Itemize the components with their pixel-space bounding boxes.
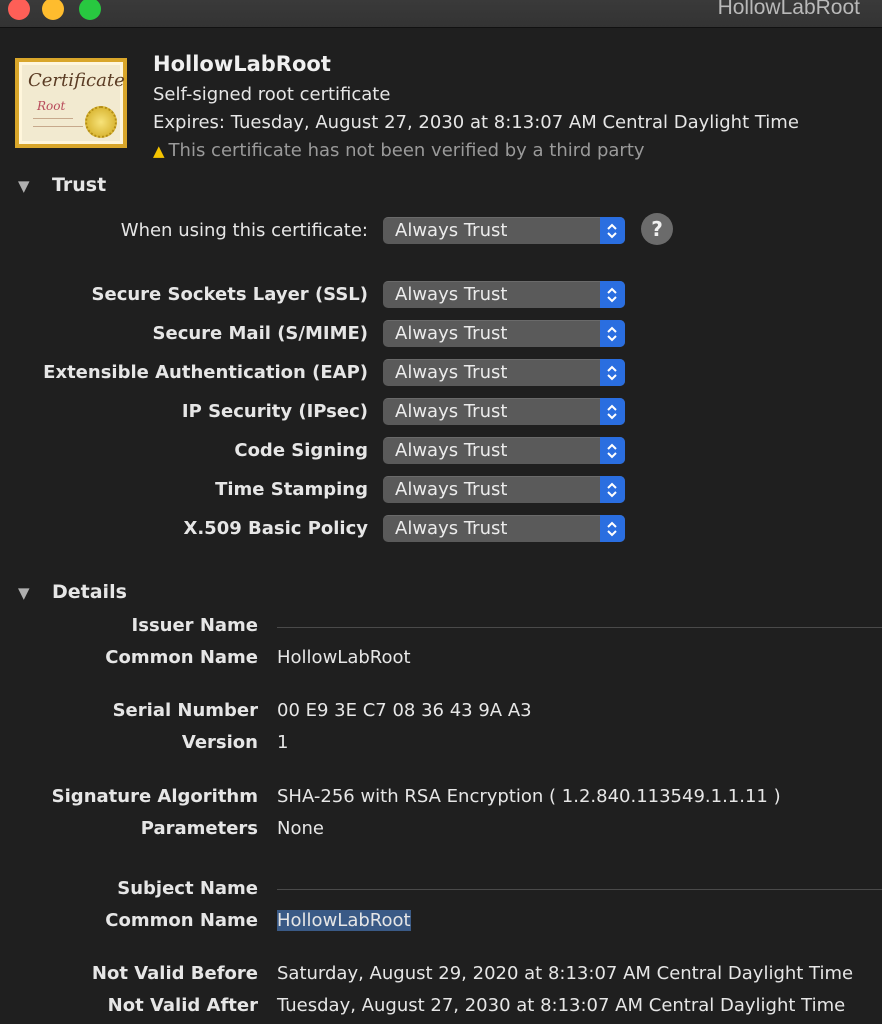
serial-number-label: Serial Number bbox=[112, 700, 258, 721]
close-window-button[interactable] bbox=[8, 0, 30, 20]
select-arrows-icon bbox=[600, 515, 625, 542]
select-value: Always Trust bbox=[395, 479, 508, 500]
version-label: Version bbox=[181, 732, 258, 753]
certificate-kind: Self-signed root certificate bbox=[153, 84, 391, 105]
subject-common-name-value[interactable]: HollowLabRoot bbox=[277, 910, 411, 931]
policy-select-time-stamping[interactable]: Always Trust bbox=[383, 476, 625, 503]
help-button[interactable]: ? bbox=[641, 213, 673, 245]
zoom-window-button[interactable] bbox=[79, 0, 101, 20]
details-heading: Details bbox=[52, 581, 127, 603]
not-valid-after-label: Not Valid After bbox=[107, 995, 258, 1016]
selected-text[interactable]: HollowLabRoot bbox=[277, 910, 411, 931]
not-valid-after-value: Tuesday, August 27, 2030 at 8:13:07 AM C… bbox=[277, 995, 846, 1016]
certificate-icon-line bbox=[33, 126, 83, 127]
policy-label-ssl: Secure Sockets Layer (SSL) bbox=[91, 284, 368, 305]
policy-label-code-signing: Code Signing bbox=[234, 440, 368, 461]
policy-label-time-stamping: Time Stamping bbox=[215, 479, 368, 500]
issuer-common-name-value: HollowLabRoot bbox=[277, 647, 411, 668]
certificate-icon-subtext: Root bbox=[37, 99, 66, 113]
select-value: Always Trust bbox=[395, 401, 508, 422]
policy-select-code-signing[interactable]: Always Trust bbox=[383, 437, 625, 464]
policy-select-ipsec[interactable]: Always Trust bbox=[383, 398, 625, 425]
divider bbox=[277, 627, 882, 628]
warning-icon: ▲ bbox=[153, 142, 165, 160]
policy-label-smime: Secure Mail (S/MIME) bbox=[152, 323, 368, 344]
select-arrows-icon bbox=[600, 398, 625, 425]
signature-algorithm-label: Signature Algorithm bbox=[51, 786, 258, 807]
policy-select-eap[interactable]: Always Trust bbox=[383, 359, 625, 386]
disclosure-triangle-icon[interactable]: ▼ bbox=[18, 177, 52, 195]
select-arrows-icon bbox=[600, 359, 625, 386]
serial-number-value: 00 E9 3E C7 08 36 43 9A A3 bbox=[277, 700, 532, 721]
title-bar: HollowLabRoot bbox=[0, 0, 882, 28]
select-value: Always Trust bbox=[395, 362, 508, 383]
subject-name-heading: Subject Name bbox=[117, 878, 258, 899]
verification-warning: ▲ This certificate has not been verified … bbox=[153, 140, 645, 161]
disclosure-triangle-icon[interactable]: ▼ bbox=[18, 584, 52, 602]
select-value: Always Trust bbox=[395, 323, 508, 344]
trust-heading: Trust bbox=[52, 174, 107, 196]
subject-common-name-label: Common Name bbox=[105, 910, 258, 931]
policy-select-x509[interactable]: Always Trust bbox=[383, 515, 625, 542]
policy-select-smime[interactable]: Always Trust bbox=[383, 320, 625, 347]
certificate-name: HollowLabRoot bbox=[153, 52, 331, 76]
certificate-icon-line bbox=[33, 118, 73, 119]
divider bbox=[277, 889, 882, 890]
select-value: Always Trust bbox=[395, 440, 508, 461]
details-section-toggle[interactable]: ▼ Details bbox=[18, 581, 127, 603]
certificate-icon: Certificate Root bbox=[15, 58, 127, 148]
select-value: Always Trust bbox=[395, 220, 508, 241]
select-value: Always Trust bbox=[395, 284, 508, 305]
select-arrows-icon bbox=[600, 281, 625, 308]
certificate-icon-text: Certificate bbox=[28, 70, 125, 91]
when-using-label: When using this certificate: bbox=[120, 220, 368, 241]
policy-label-x509: X.509 Basic Policy bbox=[183, 518, 368, 539]
signature-algorithm-value: SHA-256 with RSA Encryption ( 1.2.840.11… bbox=[277, 786, 781, 807]
parameters-value: None bbox=[277, 818, 324, 839]
select-arrows-icon bbox=[600, 476, 625, 503]
verification-warning-text: This certificate has not been verified b… bbox=[168, 140, 645, 161]
minimize-window-button[interactable] bbox=[42, 0, 64, 20]
not-valid-before-value: Saturday, August 29, 2020 at 8:13:07 AM … bbox=[277, 963, 854, 984]
version-value: 1 bbox=[277, 732, 289, 753]
seal-icon bbox=[85, 106, 117, 138]
select-arrows-icon bbox=[600, 320, 625, 347]
policy-select-ssl[interactable]: Always Trust bbox=[383, 281, 625, 308]
window-title: HollowLabRoot bbox=[717, 0, 860, 19]
policy-label-eap: Extensible Authentication (EAP) bbox=[43, 362, 368, 383]
issuer-common-name-label: Common Name bbox=[105, 647, 258, 668]
certificate-expiry: Expires: Tuesday, August 27, 2030 at 8:1… bbox=[153, 112, 799, 133]
not-valid-before-label: Not Valid Before bbox=[91, 963, 258, 984]
trust-section-toggle[interactable]: ▼ Trust bbox=[18, 174, 106, 196]
parameters-label: Parameters bbox=[140, 818, 258, 839]
when-using-select[interactable]: Always Trust bbox=[383, 217, 625, 244]
issuer-name-heading: Issuer Name bbox=[131, 615, 258, 636]
select-arrows-icon bbox=[600, 217, 625, 244]
select-arrows-icon bbox=[600, 437, 625, 464]
select-value: Always Trust bbox=[395, 518, 508, 539]
policy-label-ipsec: IP Security (IPsec) bbox=[181, 401, 368, 422]
